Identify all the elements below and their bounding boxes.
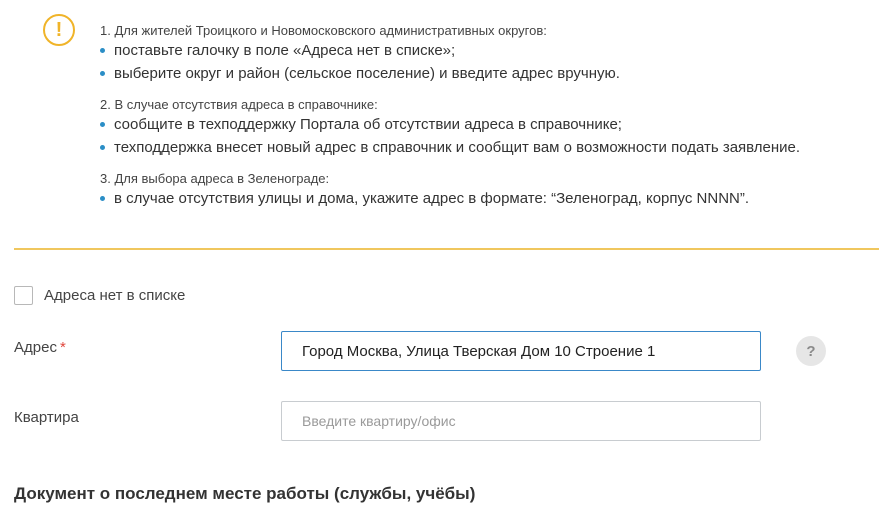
address-input[interactable]: Город Москва, Улица Тверская Дом 10 Стро… xyxy=(281,331,761,371)
notice-list-item: выберите округ и район (сельское поселен… xyxy=(100,62,870,85)
no-address-checkbox-label[interactable]: Адреса нет в списке xyxy=(44,287,185,304)
notice-list-item: сообщите в техподдержку Портала об отсут… xyxy=(100,113,870,136)
address-label-text: Адрес xyxy=(14,339,57,356)
notice-list-item: в случае отсутствия улицы и дома, укажит… xyxy=(100,187,870,210)
address-input-value: Город Москва, Улица Тверская Дом 10 Стро… xyxy=(302,342,656,360)
section-title: Документ о последнем месте работы (служб… xyxy=(14,484,476,503)
notice-block-title: 2. В случае отсутствия адреса в справочн… xyxy=(100,97,378,112)
notice-block-title: 1. Для жителей Троицкого и Новомосковско… xyxy=(100,23,547,38)
notice-list-item: поставьте галочку в поле «Адреса нет в с… xyxy=(100,39,870,62)
notice-block-1: 1. Для жителей Троицкого и Новомосковско… xyxy=(100,22,870,85)
info-notice: ! 1. Для жителей Троицкого и Новомосковс… xyxy=(0,0,879,250)
exclamation-icon: ! xyxy=(43,14,75,46)
no-address-checkbox-row[interactable]: Адреса нет в списке xyxy=(14,286,185,305)
question-icon[interactable]: ? xyxy=(796,336,826,366)
notice-block-title: 3. Для выбора адреса в Зеленограде: xyxy=(100,171,330,186)
apartment-input[interactable]: Введите квартиру/офис xyxy=(281,401,761,441)
address-label: Адрес * xyxy=(14,339,66,356)
notice-body: 1. Для жителей Троицкого и Новомосковско… xyxy=(100,22,870,221)
apartment-label: Квартира xyxy=(14,409,79,426)
notice-block-3: 3. Для выбора адреса в Зеленограде: в сл… xyxy=(100,170,870,210)
section-divider xyxy=(14,248,879,250)
notice-list-item: техподдержка внесет новый адрес в справо… xyxy=(100,136,870,159)
required-mark: * xyxy=(59,339,66,356)
apartment-input-placeholder: Введите квартиру/офис xyxy=(302,413,456,429)
no-address-checkbox[interactable] xyxy=(14,286,33,305)
notice-block-2: 2. В случае отсутствия адреса в справочн… xyxy=(100,96,870,159)
